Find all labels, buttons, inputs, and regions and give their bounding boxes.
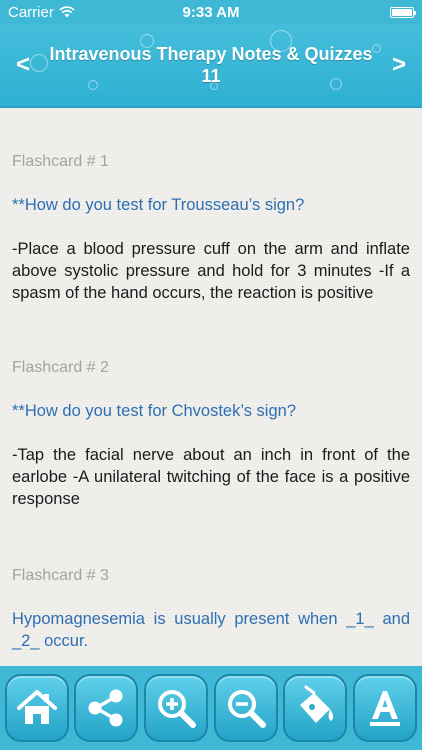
font-icon — [370, 691, 401, 726]
flashcard-question: **How do you test for Chvostek’s sign? — [12, 402, 297, 420]
flashcard-list[interactable]: Flashcard # 1 **How do you test for Trou… — [0, 108, 422, 666]
battery-icon — [390, 6, 416, 18]
font-button[interactable] — [353, 674, 418, 742]
chevron-left-icon[interactable]: < — [10, 50, 36, 80]
share-icon — [88, 689, 123, 727]
status-left: Carrier — [8, 4, 75, 21]
background-color-button[interactable] — [283, 674, 348, 742]
share-button[interactable] — [74, 674, 139, 742]
flashcard-answer: -Place a blood pressure cuff on the arm … — [12, 240, 410, 302]
flashcard-label: Flashcard # 2 — [12, 359, 109, 376]
zoom-in-button[interactable] — [144, 674, 209, 742]
carrier-label: Carrier — [8, 3, 54, 21]
paint-bucket-icon — [300, 685, 334, 723]
status-bar: Carrier 9:33 AM — [0, 0, 422, 24]
flashcard-label: Flashcard # 3 — [12, 567, 109, 584]
flashcard-item: Flashcard # 3 Hypomagnesemia is usually … — [12, 566, 410, 652]
home-icon — [16, 690, 57, 724]
flashcard-answer: -Tap the facial nerve about an inch in f… — [12, 446, 410, 508]
app-header: < Intravenous Therapy Notes & Quizzes 11… — [0, 24, 422, 108]
battery-level — [392, 8, 412, 16]
zoom-out-button[interactable] — [213, 674, 278, 742]
home-button[interactable] — [4, 674, 69, 742]
wifi-icon — [59, 6, 75, 18]
flashcard-item: Flashcard # 2 **How do you test for Chvo… — [12, 358, 410, 510]
flashcard-question: Hypomagnesemia is usually present when _… — [12, 610, 410, 650]
flashcard-item: Flashcard # 1 **How do you test for Trou… — [12, 152, 410, 304]
zoom-out-icon — [227, 690, 266, 728]
page-title: Intravenous Therapy Notes & Quizzes 11 — [49, 44, 373, 86]
flashcard-question: **How do you test for Trousseau’s sign? — [12, 196, 305, 214]
chevron-right-icon[interactable]: > — [386, 50, 412, 80]
flashcard-label: Flashcard # 1 — [12, 153, 109, 170]
zoom-in-icon — [158, 690, 197, 728]
bottom-toolbar — [0, 666, 422, 750]
status-right — [390, 6, 416, 18]
